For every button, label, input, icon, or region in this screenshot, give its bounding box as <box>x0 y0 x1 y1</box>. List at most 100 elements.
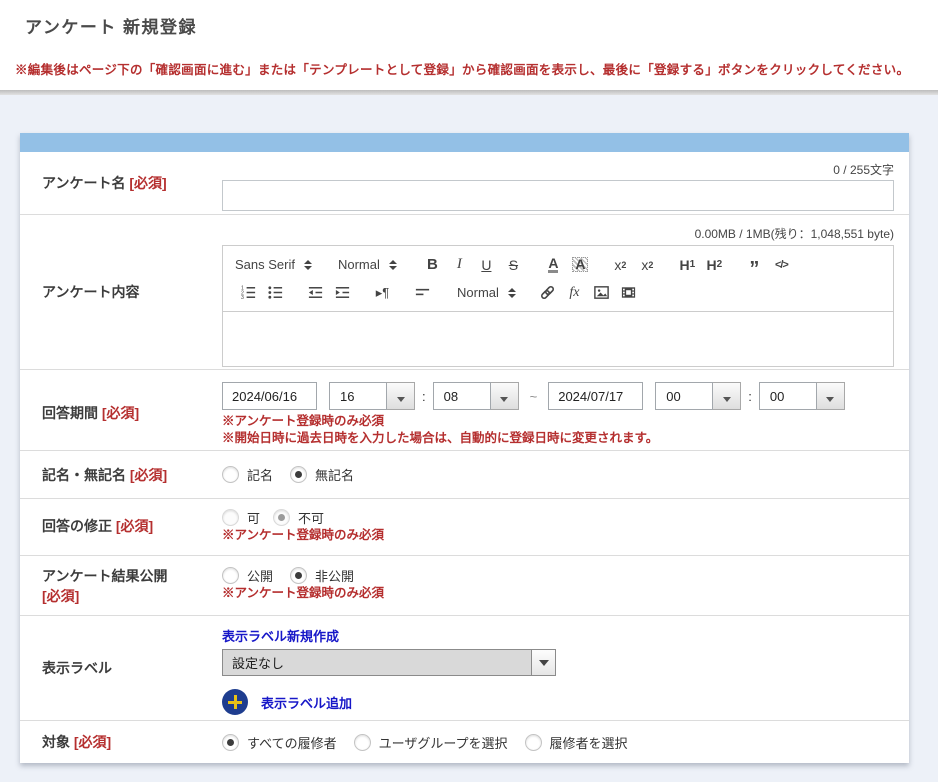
radio-label: 無記名 <box>315 465 354 484</box>
required-badge: [必須] <box>74 734 111 750</box>
svg-text:3: 3 <box>241 295 244 301</box>
dropdown-arrow-icon[interactable] <box>387 382 415 410</box>
picker-arrows-icon <box>508 288 516 298</box>
radio-label: 公開 <box>247 566 273 585</box>
radio-option-select-students[interactable]: 履修者を選択 <box>525 733 628 752</box>
indent-icon[interactable] <box>329 281 356 305</box>
formula-button[interactable]: fx <box>561 281 588 305</box>
radio-option-private[interactable]: 非公開 <box>290 566 354 585</box>
strikethrough-button[interactable]: S <box>500 253 527 277</box>
end-minute-select[interactable]: 00 <box>759 382 845 410</box>
radio-icon[interactable] <box>354 734 371 751</box>
picker-arrows-icon <box>304 260 312 270</box>
radio-icon[interactable] <box>222 734 239 751</box>
row-target: 対象 [必須] すべての履修者 ユーザグループを選択 履修者を選択 <box>20 721 909 763</box>
required-badge: [必須] <box>129 175 166 191</box>
radio-option-not-allowed[interactable]: 不可 <box>273 508 324 527</box>
survey-name-input[interactable] <box>222 180 894 211</box>
form-header-bar <box>20 133 909 152</box>
radio-label: 記名 <box>247 465 273 484</box>
content-size-counter: 0.00MB / 1MB(残り：1,048,551 byte) <box>222 226 894 242</box>
radio-label: 非公開 <box>315 566 354 585</box>
publication-note: ※アンケート登録時のみ必須 <box>222 585 894 602</box>
create-display-label-link[interactable]: 表示ラベル新規作成 <box>222 629 339 644</box>
editor-content-area[interactable] <box>222 312 894 367</box>
display-label-label: 表示ラベル <box>20 658 222 678</box>
required-badge: [必須] <box>42 588 79 604</box>
publication-label: アンケート結果公開 [必須] <box>20 566 222 606</box>
end-date-input[interactable]: 2024/07/17 <box>548 382 643 410</box>
radio-icon[interactable] <box>222 509 239 526</box>
radio-icon[interactable] <box>273 509 290 526</box>
radio-option-anonymous[interactable]: 無記名 <box>290 465 354 484</box>
page-notice: ※編集後はページ下の「確認画面に進む」または「テンプレートとして登録」から確認画… <box>15 59 923 78</box>
target-label: 対象 [必須] <box>20 732 222 752</box>
radio-option-public[interactable]: 公開 <box>222 566 273 585</box>
start-date-input[interactable]: 2024/06/16 <box>222 382 317 410</box>
dropdown-arrow-icon[interactable] <box>713 382 741 410</box>
period-note-1: ※アンケート登録時のみ必須 <box>222 413 894 430</box>
header2-button[interactable]: H2 <box>701 253 728 277</box>
dropdown-arrow-icon[interactable] <box>491 382 519 410</box>
rich-text-editor: Sans Serif Normal B I U S <box>222 245 894 367</box>
radio-icon[interactable] <box>525 734 542 751</box>
font-picker[interactable]: Sans Serif <box>235 257 312 272</box>
bullet-list-icon[interactable] <box>262 281 289 305</box>
radio-option-allowed[interactable]: 可 <box>222 508 260 527</box>
end-hour-select[interactable]: 00 <box>655 382 741 410</box>
required-badge: [必須] <box>116 518 153 534</box>
bold-button[interactable]: B <box>419 253 446 277</box>
superscript-button[interactable]: x2 <box>634 253 661 277</box>
italic-button[interactable]: I <box>446 253 473 277</box>
ordered-list-icon[interactable]: 123 <box>235 281 262 305</box>
add-display-label-link[interactable]: 表示ラベル追加 <box>261 693 352 712</box>
row-survey-content: アンケート内容 0.00MB / 1MB(残り：1,048,551 byte) … <box>20 215 909 370</box>
add-plus-icon[interactable] <box>222 689 248 715</box>
image-icon[interactable] <box>588 281 615 305</box>
radio-label: 不可 <box>298 508 324 527</box>
modification-label: 回答の修正 [必須] <box>20 499 222 536</box>
blockquote-button[interactable]: ” <box>741 253 768 277</box>
dropdown-arrow-icon[interactable] <box>817 382 845 410</box>
align-icon[interactable] <box>409 281 436 305</box>
radio-label: ユーザグループを選択 <box>379 733 508 752</box>
radio-label: 可 <box>247 508 260 527</box>
survey-form-card: アンケート名 [必須] 0 / 255文字 アンケート内容 0.00MB / 1… <box>20 133 909 763</box>
modification-note: ※アンケート登録時のみ必須 <box>222 527 894 544</box>
row-survey-name: アンケート名 [必須] 0 / 255文字 <box>20 152 909 215</box>
start-hour-select[interactable]: 16 <box>329 382 415 410</box>
underline-button[interactable]: U <box>473 253 500 277</box>
display-label-select[interactable]: 設定なし <box>222 649 556 676</box>
page-body: アンケート名 [必須] 0 / 255文字 アンケート内容 0.00MB / 1… <box>0 95 938 782</box>
text-direction-button[interactable]: ▸¶ <box>369 281 396 305</box>
link-icon[interactable] <box>534 281 561 305</box>
row-anonymity: 記名・無記名 [必須] 記名 無記名 <box>20 451 909 499</box>
radio-label: すべての履修者 <box>247 733 337 752</box>
radio-option-all-students[interactable]: すべての履修者 <box>222 733 337 752</box>
radio-icon[interactable] <box>222 466 239 483</box>
radio-icon[interactable] <box>290 567 307 584</box>
heading-picker[interactable]: Normal <box>338 257 397 272</box>
radio-icon[interactable] <box>290 466 307 483</box>
code-block-button[interactable]: </> <box>768 253 795 277</box>
video-icon[interactable] <box>615 281 642 305</box>
background-color-button[interactable]: A <box>567 253 594 277</box>
radio-icon[interactable] <box>222 567 239 584</box>
period-note-2: ※開始日時に過去日時を入力した場合は、自動的に登録日時に変更されます。 <box>222 430 894 447</box>
header1-button[interactable]: H1 <box>674 253 701 277</box>
answer-period-label: 回答期間 [必須] <box>20 370 222 423</box>
outdent-icon[interactable] <box>302 281 329 305</box>
row-answer-period: 回答期間 [必須] 2024/06/16 16 : 08 ~ 2024 <box>20 370 909 451</box>
dropdown-arrow-icon[interactable] <box>531 650 555 675</box>
required-badge: [必須] <box>102 405 139 421</box>
text-color-button[interactable]: A <box>540 253 567 277</box>
picker-arrows-icon <box>389 260 397 270</box>
row-result-publication: アンケート結果公開 [必須] 公開 非公開 ※アンケート登録時のみ必須 <box>20 556 909 616</box>
size-picker[interactable]: Normal <box>457 285 516 300</box>
subscript-button[interactable]: x2 <box>607 253 634 277</box>
radio-option-named[interactable]: 記名 <box>222 465 273 484</box>
start-minute-select[interactable]: 08 <box>433 382 519 410</box>
survey-content-label: アンケート内容 <box>20 282 222 302</box>
page-title: アンケート 新規登録 <box>25 13 923 38</box>
radio-option-user-group[interactable]: ユーザグループを選択 <box>354 733 508 752</box>
